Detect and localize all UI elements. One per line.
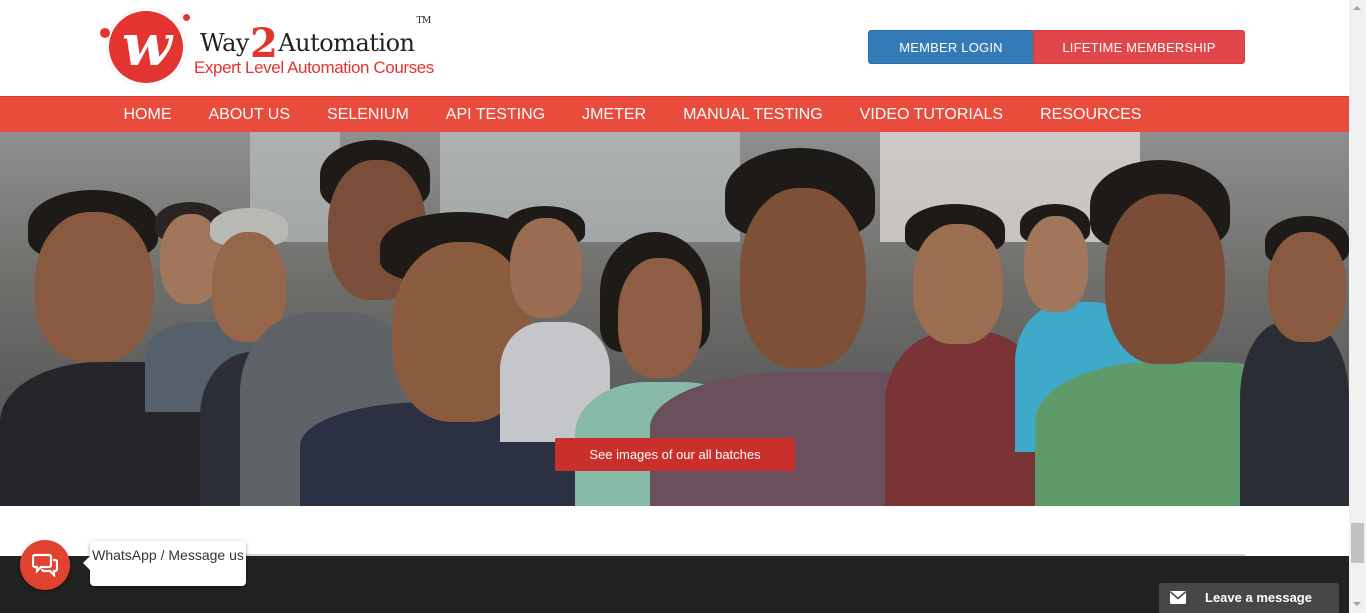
page: w Way2AutomationTM Expert Level Automati… [0,0,1349,613]
envelope-icon [1170,591,1186,604]
scroll-up-arrow-icon[interactable] [1349,0,1366,17]
nav-item-selenium[interactable]: SELENIUM [309,97,428,133]
lifetime-membership-button[interactable]: LIFETIME MEMBERSHIP [1033,30,1245,64]
see-batch-images-button[interactable]: See images of our all batches [555,438,795,471]
leave-message-label: Leave a message [1205,590,1312,605]
page-scrollbar[interactable] [1349,0,1366,613]
logo-emblem: w [100,8,190,86]
batch-photo-banner: See images of our all batches [0,132,1349,506]
nav-item-video-tutorials[interactable]: VIDEO TUTORIALS [841,97,1021,133]
nav-item-manual-testing[interactable]: MANUAL TESTING [665,97,842,133]
nav-list: HOME ABOUT US SELENIUM API TESTING JMETE… [105,97,1160,133]
chat-tooltip[interactable]: WhatsApp / Message us [83,541,246,586]
logo-name-part1: Way [200,29,249,57]
logo-wordmark: Way2AutomationTM [200,14,431,67]
nav-item-api-testing[interactable]: API TESTING [427,97,563,133]
member-login-button[interactable]: MEMBER LOGIN [868,30,1034,64]
site-header: w Way2AutomationTM Expert Level Automati… [0,0,1349,96]
nav-item-home[interactable]: HOME [105,97,190,133]
scrollbar-thumb[interactable] [1351,523,1364,563]
logo-tagline: Expert Level Automation Courses [194,58,434,77]
main-nav: HOME ABOUT US SELENIUM API TESTING JMETE… [0,96,1349,133]
nav-item-resources[interactable]: RESOURCES [1022,97,1160,133]
nav-item-jmeter[interactable]: JMETER [564,97,665,133]
chat-button[interactable] [20,540,70,590]
logo-letter: w [122,11,172,79]
chat-bubbles-icon [32,553,58,577]
logo-trademark: TM [416,16,431,26]
nav-item-about-us[interactable]: ABOUT US [190,97,309,133]
logo-name-part2: Automation [278,29,415,57]
leave-message-widget[interactable]: Leave a message [1159,583,1339,613]
scroll-down-arrow-icon[interactable] [1349,596,1366,613]
way2automation-logo[interactable]: w Way2AutomationTM Expert Level Automati… [100,6,434,90]
